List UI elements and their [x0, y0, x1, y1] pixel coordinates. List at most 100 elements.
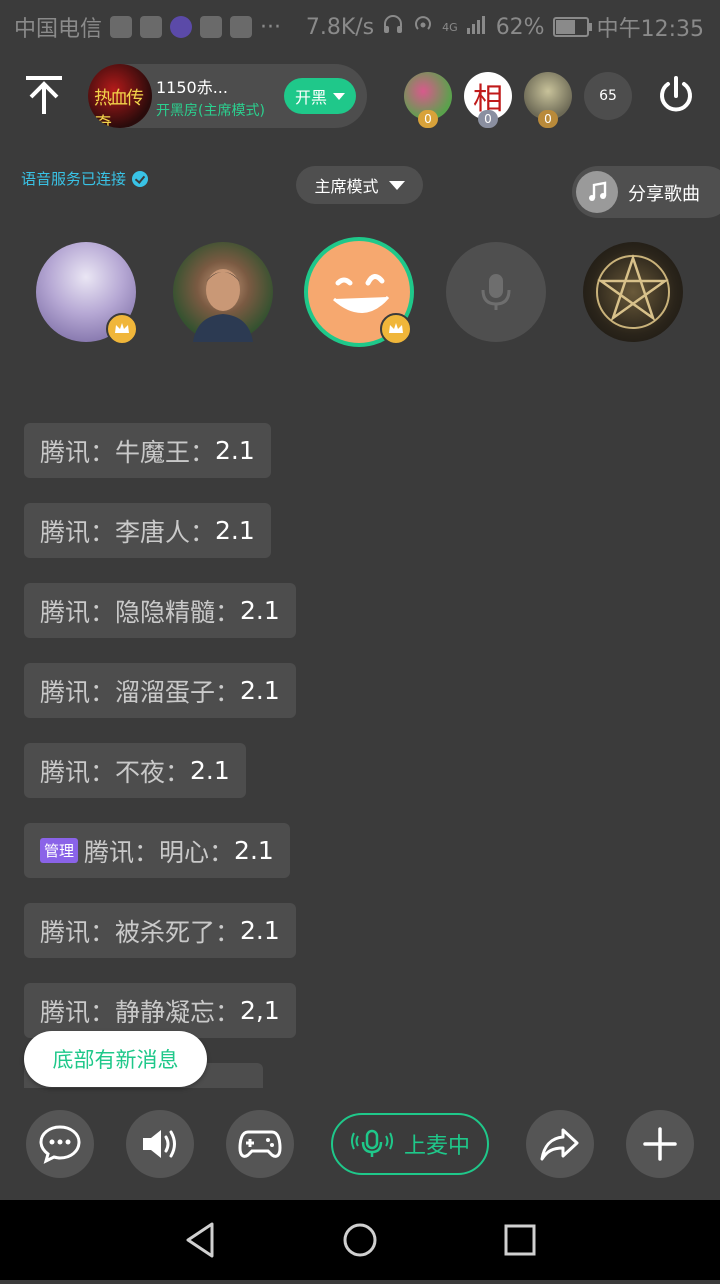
message-source: 腾讯： [40, 997, 116, 1027]
status-bar-right: 7.8K/s 4G 62% 中午12:35 [306, 11, 704, 43]
message-value: 2.1 [215, 516, 255, 545]
message-author: 被杀死了： [115, 917, 241, 947]
wechat-icon [140, 16, 163, 38]
room-avatar-text: 热血传奇 [94, 88, 144, 128]
message-source: 腾讯： [40, 757, 116, 787]
share-song-button[interactable]: 分享歌曲 [572, 166, 720, 218]
voice-status-label: 语音服务已连接 [21, 170, 127, 188]
net-speed: 7.8K/s [305, 14, 375, 40]
headphone-icon [382, 13, 404, 41]
app-notification-icon [200, 16, 223, 38]
microphone-live-icon [350, 1129, 393, 1157]
viewer-badge: 0 [418, 110, 438, 128]
speaker-button[interactable] [126, 1110, 194, 1178]
message-value: 2.1 [240, 596, 280, 625]
chevron-down-icon [333, 92, 345, 100]
room-avatar: 热血传奇 [88, 64, 152, 128]
exit-room-button[interactable] [654, 74, 698, 118]
new-message-hint[interactable]: 底部有新消息 [24, 1031, 207, 1087]
viewer-count-button[interactable]: 65 [584, 72, 632, 120]
chat-message: 腾讯： 不夜： 2.1 [24, 743, 246, 798]
message-author: 静静凝忘： [115, 997, 241, 1027]
kaihei-button-label: 开黑 [294, 88, 327, 107]
mode-select-label: 主席模式 [314, 177, 379, 196]
message-value: 2.1 [215, 436, 255, 465]
mic-seat-empty[interactable] [446, 242, 546, 342]
chat-message: 管理 腾讯： 明心： 2.1 [24, 823, 290, 878]
chat-message: 腾讯： 隐隐精髓： 2.1 [24, 583, 296, 638]
chevron-down-icon [388, 180, 405, 190]
pentagram-icon [596, 254, 670, 329]
message-author: 明心： [159, 837, 235, 867]
voice-service-status: 语音服务已连接 [21, 168, 149, 189]
share-song-label: 分享歌曲 [628, 184, 700, 205]
viewer-count: 65 [599, 88, 617, 104]
app-notification-icon [170, 16, 193, 38]
chat-message: 腾讯： 李唐人： 2.1 [24, 503, 271, 558]
recents-icon[interactable] [504, 1224, 536, 1256]
room-mode-label: 开黑房(主席模式) [156, 103, 265, 119]
more-button[interactable] [626, 1110, 694, 1178]
battery-icon [552, 17, 592, 37]
share-button[interactable] [526, 1110, 594, 1178]
status-bar-left: 中国电信 ··· [14, 11, 281, 43]
room-info-pill[interactable]: 热血传奇 1150赤... 开黑房(主席模式) 开黑 [88, 64, 367, 128]
room-title: 1150赤... [156, 78, 228, 97]
message-source: 腾讯： [84, 837, 160, 867]
status-bar: 中国电信 ··· 7.8K/s 4G 62% 中午12:35 [0, 0, 720, 50]
game-button[interactable] [226, 1110, 294, 1178]
mic-seat-5[interactable] [583, 242, 683, 342]
system-nav-bar [0, 1200, 720, 1280]
on-mic-button[interactable]: 上麦中 [331, 1113, 489, 1175]
message-value: 2.1 [240, 676, 280, 705]
mode-select[interactable]: 主席模式 [296, 166, 423, 204]
music-note-icon [576, 171, 618, 213]
message-author: 溜溜蛋子： [115, 677, 241, 707]
huawei-icon [230, 16, 253, 38]
battery-percent: 62% [495, 14, 545, 40]
chat-message: 腾讯： 静静凝忘： 2,1 [24, 983, 296, 1038]
message-author: 不夜： [115, 757, 191, 787]
check-circle-icon [132, 170, 149, 187]
chat-bubble-icon [39, 1125, 81, 1164]
share-arrow-icon [540, 1128, 579, 1161]
chat-message: 腾讯： 牛魔王： 2.1 [24, 423, 271, 478]
notification-icon [110, 16, 133, 38]
message-value: 2.1 [234, 836, 274, 865]
power-icon [660, 76, 692, 112]
gamepad-icon [238, 1130, 282, 1158]
message-source: 腾讯： [40, 597, 116, 627]
carrier-label: 中国电信 [14, 17, 103, 42]
crown-icon [106, 313, 138, 345]
back-icon[interactable] [186, 1222, 214, 1258]
message-source: 腾讯： [40, 437, 116, 467]
message-value: 2,1 [240, 996, 280, 1025]
viewer-badge: 0 [478, 110, 498, 128]
plus-icon [643, 1127, 677, 1161]
kaihei-button[interactable]: 开黑 [284, 78, 356, 114]
message-value: 2.1 [190, 756, 230, 785]
crown-icon [380, 313, 412, 345]
admin-badge: 管理 [40, 838, 79, 863]
clock: 中午12:35 [596, 17, 704, 42]
chat-button[interactable] [26, 1110, 94, 1178]
message-source: 腾讯： [40, 517, 116, 547]
collapse-top-icon [26, 76, 62, 114]
chat-message: 腾讯： 被杀死了： 2.1 [24, 903, 296, 958]
message-author: 牛魔王： [115, 437, 216, 467]
home-icon[interactable] [343, 1223, 377, 1257]
new-message-hint-label: 底部有新消息 [52, 1048, 179, 1072]
mic-seat-2[interactable] [173, 242, 273, 342]
message-author: 李唐人： [115, 517, 216, 547]
message-source: 腾讯： [40, 917, 116, 947]
network-type: 4G [442, 20, 458, 34]
signal-icon [466, 14, 488, 40]
minimize-room-button[interactable] [24, 74, 64, 118]
more-icon: ··· [260, 14, 281, 40]
on-mic-label: 上麦中 [403, 1134, 470, 1159]
chat-message: 腾讯： 溜溜蛋子： 2.1 [24, 663, 296, 718]
speaker-icon [143, 1130, 176, 1158]
hotspot-icon [412, 13, 434, 41]
message-source: 腾讯： [40, 677, 116, 707]
message-author: 隐隐精髓： [115, 597, 241, 627]
